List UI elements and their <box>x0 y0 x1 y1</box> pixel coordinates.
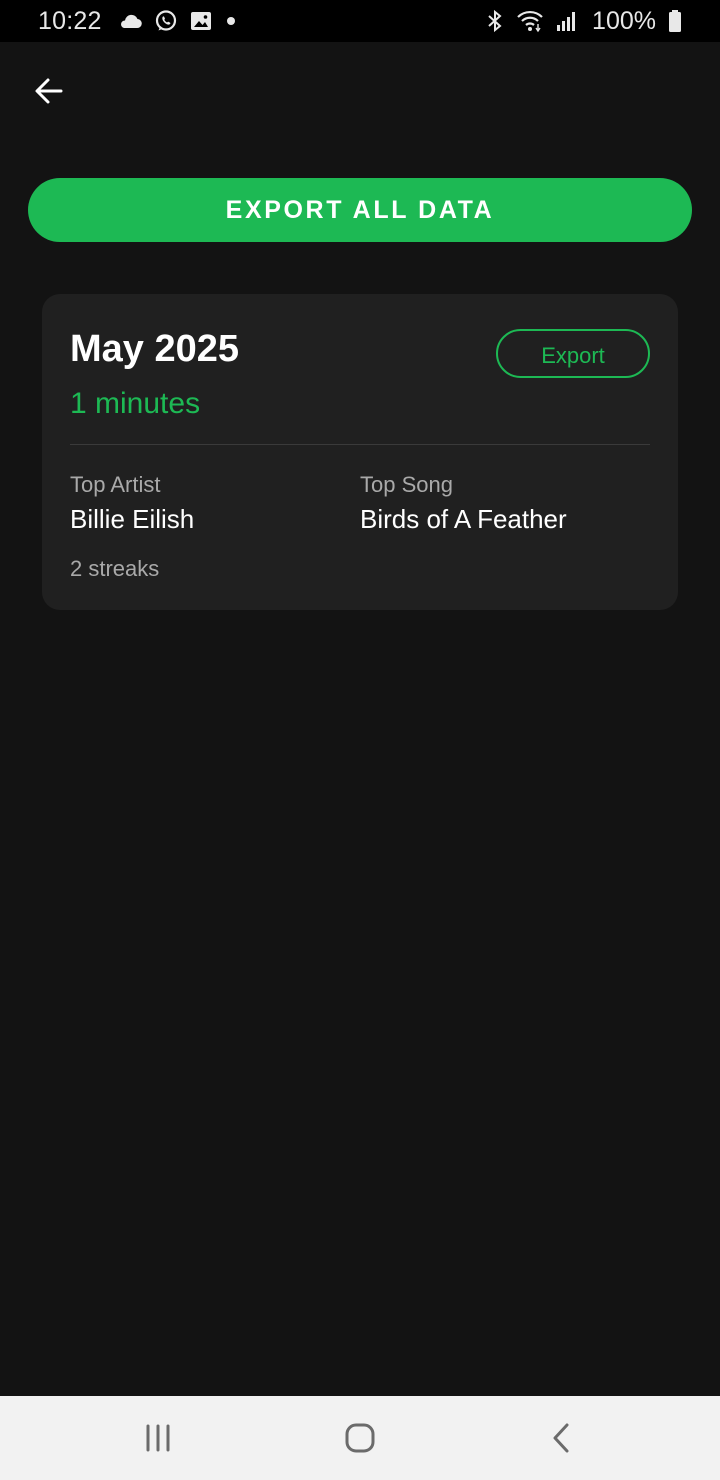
gallery-icon <box>190 10 212 32</box>
whatsapp-icon <box>154 9 178 33</box>
top-artist-label: Top Artist <box>70 472 161 497</box>
arrow-left-icon <box>35 78 63 104</box>
bluetooth-icon <box>486 9 504 33</box>
back-icon <box>553 1423 569 1453</box>
status-right: 100% <box>486 7 682 36</box>
month-card: May 2025 1 minutes Export Top Artist Bil… <box>42 294 678 610</box>
top-artist-value: Billie Eilish <box>70 504 195 534</box>
month-title: May 2025 <box>70 328 240 370</box>
battery-level: 100% <box>592 6 656 35</box>
export-month-button[interactable]: Export <box>496 329 650 378</box>
recent-apps-icon <box>146 1424 170 1452</box>
streaks-count: 2 streaks <box>70 556 160 581</box>
top-song-value: Birds of A Feather <box>360 504 567 534</box>
top-song-label: Top Song <box>360 472 453 497</box>
navigation-bar <box>0 1396 720 1480</box>
wifi-icon <box>516 9 544 33</box>
export-all-data-label: EXPORT ALL DATA <box>225 195 495 224</box>
back-button[interactable] <box>26 68 72 114</box>
status-bar: 10:22 100% <box>0 0 720 42</box>
status-time: 10:22 <box>38 6 102 35</box>
export-all-data-button[interactable]: EXPORT ALL DATA <box>28 178 692 242</box>
dot-icon <box>224 14 238 28</box>
home-button[interactable] <box>315 1396 405 1480</box>
home-icon <box>345 1423 375 1453</box>
battery-icon <box>668 9 682 33</box>
export-month-label: Export <box>541 342 605 368</box>
signal-icon <box>556 10 578 32</box>
recent-apps-button[interactable] <box>113 1396 203 1480</box>
month-minutes: 1 minutes <box>70 387 201 420</box>
cloud-icon <box>118 13 142 29</box>
status-left: 10:22 <box>38 7 238 36</box>
card-divider <box>70 444 650 445</box>
system-back-button[interactable] <box>516 1396 606 1480</box>
